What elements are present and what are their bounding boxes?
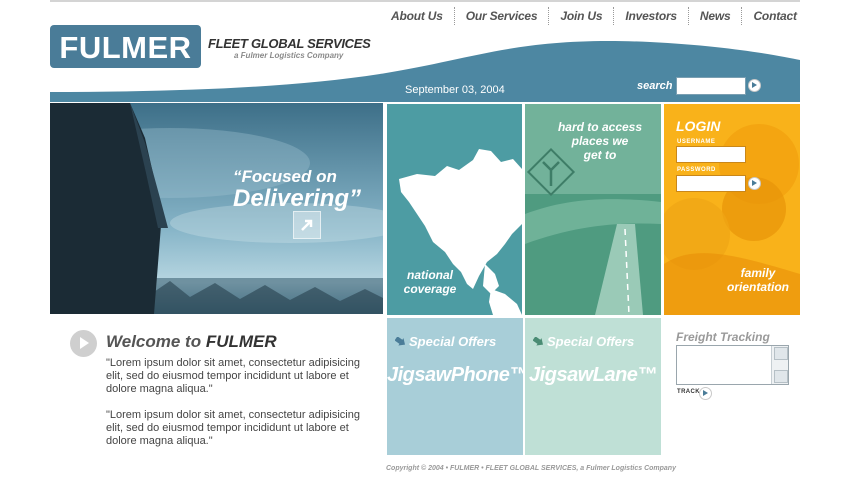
main-nav: About Us Our Services Join Us Investors …	[380, 4, 808, 28]
welcome-paragraph: "Lorem ipsum dolor sit amet, consectetur…	[106, 409, 360, 447]
welcome-paragraph: "Lorem ipsum dolor sit amet, consectetur…	[106, 357, 360, 395]
track-go-icon[interactable]	[699, 387, 712, 400]
welcome-prefix: Welcome to	[106, 332, 202, 351]
search-input[interactable]	[676, 77, 746, 95]
hero-title-line2: Delivering”	[233, 185, 362, 212]
copyright: Copyright © 2004 • FULMER • FLEET GLOBAL…	[386, 465, 676, 472]
panel-login: LOGIN USERNAME PASSWORD family orientati…	[664, 104, 800, 315]
welcome-brand: FULMER	[205, 332, 277, 351]
arrow-right-icon[interactable]	[70, 330, 97, 357]
login-go-icon[interactable]	[748, 177, 761, 190]
password-input[interactable]	[676, 175, 746, 192]
nav-about-us[interactable]: About Us	[380, 4, 454, 28]
special-offer-card[interactable]: Special Offers JigsawLane™	[525, 318, 661, 455]
hard-caption-line: get to	[583, 148, 617, 162]
offer-name: JigsawLane™	[529, 364, 657, 386]
special-offer-card[interactable]: Special Offers JigsawPhone™	[387, 318, 523, 455]
offer-title: Special Offers	[409, 334, 497, 349]
nav-news[interactable]: News	[689, 4, 742, 28]
offer-arrow-icon	[395, 337, 406, 346]
offer-arrow-icon	[533, 337, 544, 346]
panel-national-coverage[interactable]: national coverage	[387, 104, 522, 315]
offer-name: JigsawPhone™	[387, 364, 523, 386]
hard-caption: hard to access places we get to	[525, 120, 661, 162]
tracking-number-textarea[interactable]	[676, 345, 789, 385]
textarea-scrollbar[interactable]	[771, 346, 788, 384]
family-caption-line: orientation	[727, 280, 789, 294]
nav-join-us[interactable]: Join Us	[549, 4, 613, 28]
brand-subtitle: a Fulmer Logistics Company	[234, 51, 344, 60]
hard-caption-line: hard to access	[557, 120, 643, 134]
freight-tracking-title: Freight Tracking	[676, 330, 770, 344]
family-caption: family orientation	[719, 266, 797, 294]
offer-title: Special Offers	[547, 334, 635, 349]
login-title: LOGIN	[676, 118, 721, 134]
national-caption-line: national	[406, 268, 453, 282]
search-label: search	[637, 80, 673, 92]
arrow-up-right-icon	[301, 219, 313, 231]
nav-our-services[interactable]: Our Services	[455, 4, 549, 28]
track-label: TRACK	[677, 389, 700, 395]
hero-banner: “Focused on Delivering”	[50, 103, 383, 314]
welcome-heading: Welcome to FULMER	[106, 332, 277, 352]
national-caption-line: coverage	[403, 282, 457, 296]
username-label: USERNAME	[677, 139, 716, 145]
current-date: September 03, 2004	[405, 84, 505, 96]
username-input[interactable]	[676, 146, 746, 163]
scroll-down-icon[interactable]	[774, 370, 788, 383]
nav-investors[interactable]: Investors	[614, 4, 688, 28]
hero-arrow-button[interactable]	[293, 211, 321, 239]
hero-title-line1: “Focused on	[233, 167, 337, 186]
hard-caption-line: places we	[571, 134, 629, 148]
national-caption: national coverage	[395, 268, 465, 296]
logo[interactable]: FULMER	[50, 25, 201, 68]
scroll-up-icon[interactable]	[774, 347, 788, 360]
search-go-icon[interactable]	[748, 79, 761, 92]
top-rule	[50, 0, 800, 2]
nav-contact[interactable]: Contact	[742, 4, 807, 28]
brand-title: FLEET GLOBAL SERVICES	[208, 36, 371, 51]
family-caption-line: family	[740, 266, 776, 280]
panel-hard-to-access[interactable]: hard to access places we get to	[525, 104, 661, 315]
password-label: PASSWORD	[677, 167, 716, 173]
